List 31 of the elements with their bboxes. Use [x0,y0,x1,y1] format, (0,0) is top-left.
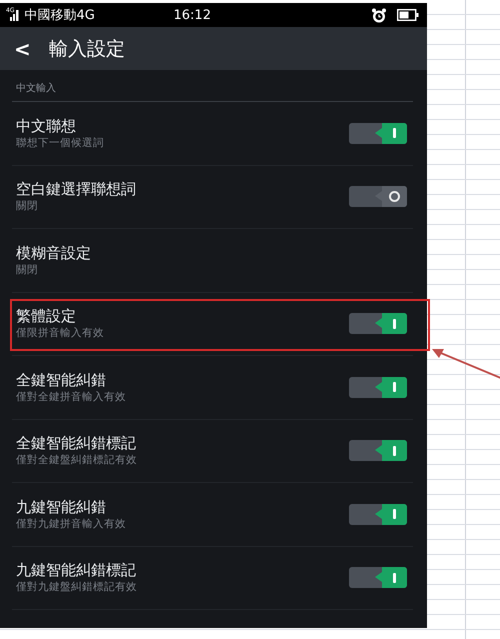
setting-title: 空白鍵選擇聯想詞 [16,180,137,200]
toggle-switch[interactable] [349,440,407,462]
carrier-name: 中國移動4G [24,7,95,24]
setting-subtitle: 聯想下一個候選詞 [16,136,105,150]
setting-subtitle: 僅對九鍵拼音輸入有效 [16,516,127,531]
screen-title: 輸入設定 [48,36,125,62]
alarm-icon [371,8,387,22]
section-header: 中文輸入 [12,70,413,102]
pointer-arrow [432,348,500,382]
setting-title: 模糊音設定 [16,244,92,263]
battery-icon [397,9,419,21]
setting-title: 全鍵智能糾錯 [16,370,107,390]
setting-title: 九鍵智能糾錯 [16,498,107,517]
back-button[interactable]: < [10,36,35,60]
toggle-switch[interactable] [349,186,407,208]
clock-time: 16:12 [174,8,212,22]
setting-subtitle: 關閉 [16,199,39,214]
setting-subtitle: 僅對九鍵盤糾錯標記有效 [16,580,138,594]
toggle-switch[interactable] [349,313,407,334]
setting-subtitle: 僅對全鍵盤糾錯標記有效 [16,453,138,468]
setting-title: 繁體設定 [16,307,77,326]
toggle-switch[interactable] [349,376,407,398]
setting-subtitle: 僅對全鍵拼音輸入有效 [16,390,127,404]
toggle-switch[interactable] [349,122,407,144]
setting-title: 九鍵智能糾錯標記 [16,561,137,580]
setting-subtitle: 關閉 [16,262,39,277]
toggle-switch[interactable] [349,504,407,525]
setting-title: 全鍵智能糾錯標記 [16,434,137,454]
setting-subtitle: 僅限拼音輸入有效 [16,326,105,340]
setting-title: 中文聯想 [16,116,77,136]
toggle-switch[interactable] [349,567,407,588]
